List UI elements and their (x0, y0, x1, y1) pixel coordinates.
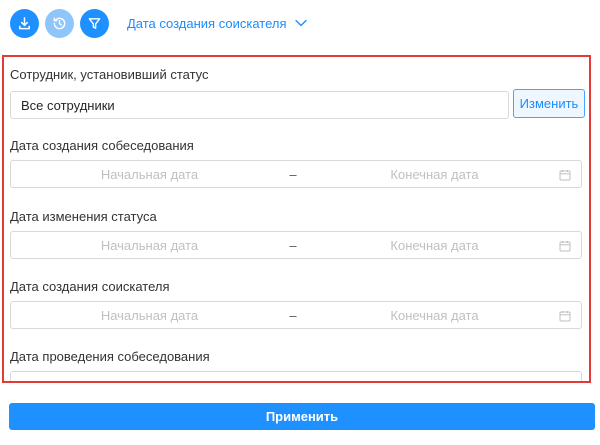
employee-select[interactable]: Все сотрудники (10, 91, 509, 119)
range-end-input[interactable]: Конечная дата (298, 167, 581, 182)
interview-created-range[interactable]: Начальная дата – Конечная дата (10, 160, 582, 188)
filters-panel: Сотрудник, установивший статус Все сотру… (2, 55, 591, 383)
range-start-input[interactable]: Начальная дата (11, 238, 288, 253)
range-end-input[interactable]: Конечная дата (298, 238, 581, 253)
interview-created-label: Дата создания собеседования (10, 138, 194, 153)
filter-button[interactable] (80, 8, 109, 38)
employee-value: Все сотрудники (21, 97, 115, 113)
candidate-created-label: Дата создания соискателя (10, 279, 170, 294)
download-button[interactable] (10, 8, 39, 38)
calendar-icon (559, 241, 571, 252)
range-end-input[interactable]: Конечная дата (298, 308, 581, 323)
range-start-input[interactable]: Начальная дата (11, 167, 288, 182)
status-changed-label: Дата изменения статуса (10, 209, 157, 224)
download-icon (19, 16, 30, 29)
range-separator: – (289, 307, 297, 323)
change-employee-button[interactable]: Изменить (513, 89, 585, 118)
apply-button[interactable]: Применить (9, 403, 595, 430)
calendar-icon (559, 170, 571, 181)
interview-held-label: Дата проведения собеседования (10, 349, 210, 364)
range-separator: – (289, 237, 297, 253)
filter-icon (88, 17, 101, 29)
range-start-input[interactable]: Начальная дата (11, 308, 288, 323)
employee-label: Сотрудник, установивший статус (10, 67, 209, 82)
candidate-created-range[interactable]: Начальная дата – Конечная дата (10, 301, 582, 329)
calendar-icon (559, 311, 571, 322)
sort-dropdown-label: Дата создания соискателя (127, 15, 287, 31)
sort-dropdown[interactable]: Дата создания соискателя (127, 16, 307, 31)
status-changed-range[interactable]: Начальная дата – Конечная дата (10, 231, 582, 259)
interview-held-range[interactable] (10, 371, 582, 381)
toolbar: Дата создания соискателя (10, 8, 307, 38)
range-separator: – (289, 166, 297, 182)
history-button[interactable] (45, 8, 74, 38)
history-icon (53, 17, 66, 29)
chevron-down-icon (294, 19, 307, 27)
